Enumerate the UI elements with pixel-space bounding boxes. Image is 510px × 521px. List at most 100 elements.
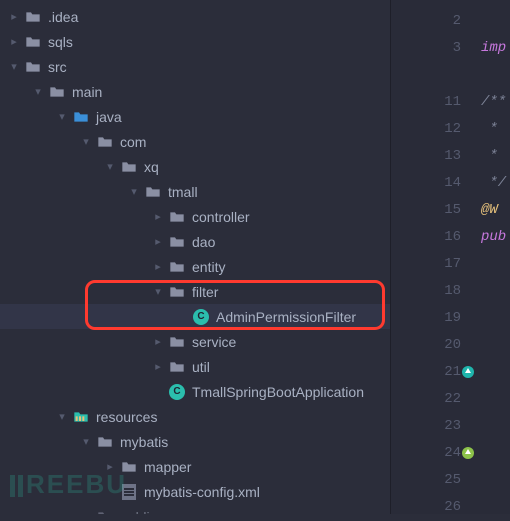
tree-item-sqls[interactable]: ▸ sqls [0,29,390,54]
chevron-right-icon[interactable]: ▸ [4,35,24,48]
chevron-right-icon[interactable]: ▸ [100,460,120,473]
tree-item-idea[interactable]: ▸ .idea [0,4,390,29]
gutter-line: 15 [391,197,461,224]
project-tree: ▸ .idea ▸ sqls ▾ src ▾ main ▾ java ▾ [0,0,390,514]
tree-item-xq[interactable]: ▾ xq [0,154,390,179]
code-comment: * [481,116,510,143]
tree-label: filter [192,284,218,300]
gutter-line: 26 [391,494,461,521]
code-comment: * [481,143,510,170]
tree-item-mybatis-config[interactable]: mybatis-config.xml [0,479,390,504]
gutter-line: 12 [391,116,461,143]
folder-icon [96,433,114,451]
tree-item-mybatis[interactable]: ▾ mybatis [0,429,390,454]
chevron-down-icon[interactable]: ▾ [4,60,24,73]
chevron-down-icon[interactable]: ▾ [76,135,96,148]
tree-label: entity [192,259,225,275]
chevron-right-icon[interactable]: ▸ [148,335,168,348]
override-up-icon[interactable] [461,446,475,460]
package-icon [168,233,186,251]
gutter-line: 11 [391,89,461,116]
gutter-line: 21 [391,359,461,386]
chevron-right-icon[interactable]: ▸ [148,360,168,373]
gutter-line: 2 [391,8,461,35]
project-tree-panel[interactable]: ▸ .idea ▸ sqls ▾ src ▾ main ▾ java ▾ [0,0,391,514]
code-comment: */ [481,170,510,197]
code-area[interactable]: imp /** * * */ @W pub [481,0,510,514]
chevron-down-icon[interactable]: ▾ [100,160,120,173]
tree-label: TmallSpringBootApplication [192,384,364,400]
tree-item-util[interactable]: ▸ util [0,354,390,379]
package-icon [96,133,114,151]
gutter-line: 20 [391,332,461,359]
chevron-down-icon[interactable]: ▾ [124,185,144,198]
tree-label: java [96,109,122,125]
tree-item-java[interactable]: ▾ java [0,104,390,129]
chevron-right-icon[interactable]: ▸ [4,10,24,23]
gutter-line: 13 [391,143,461,170]
package-icon [144,183,162,201]
package-icon [168,208,186,226]
tree-item-tmall[interactable]: ▾ tmall [0,179,390,204]
line-gutter: 2 3 11 12 13 14 15 16 17 18 19 20 21 22 … [391,0,481,514]
gutter-line: 17 [391,251,461,278]
tree-label: mybatis [120,434,168,450]
code-keyword: pub [481,229,506,245]
tree-item-src[interactable]: ▾ src [0,54,390,79]
package-icon [168,333,186,351]
chevron-right-icon[interactable]: ▸ [148,260,168,273]
tree-item-resources[interactable]: ▾ resources [0,404,390,429]
tree-label: public [120,509,157,515]
chevron-right-icon[interactable]: ▸ [76,510,96,514]
folder-icon [24,33,42,51]
gutter-line [391,62,461,89]
package-icon [168,283,186,301]
code-annotation: @W [481,202,498,218]
chevron-down-icon[interactable]: ▾ [52,110,72,123]
xml-file-icon [120,483,138,501]
tree-item-admin-permission-filter[interactable]: C AdminPermissionFilter [0,304,390,329]
tree-item-public[interactable]: ▸ public [0,504,390,514]
tree-label: dao [192,234,215,250]
tree-item-filter[interactable]: ▾ filter [0,279,390,304]
chevron-right-icon[interactable]: ▸ [148,235,168,248]
tree-item-app-class[interactable]: C TmallSpringBootApplication [0,379,390,404]
class-icon: C [192,308,210,326]
folder-icon [24,8,42,26]
chevron-right-icon[interactable]: ▸ [148,210,168,223]
tree-item-com[interactable]: ▾ com [0,129,390,154]
code-comment: /** [481,89,510,116]
tree-item-controller[interactable]: ▸ controller [0,204,390,229]
tree-label: xq [144,159,159,175]
override-up-icon[interactable] [461,365,475,379]
code-keyword: imp [481,40,506,56]
chevron-down-icon[interactable]: ▾ [148,285,168,298]
source-folder-icon [72,108,90,126]
gutter-line: 22 [391,386,461,413]
folder-icon [24,58,42,76]
tree-label: com [120,134,146,150]
chevron-down-icon[interactable]: ▾ [52,410,72,423]
chevron-down-icon[interactable]: ▾ [28,85,48,98]
folder-icon [96,508,114,515]
gutter-line: 23 [391,413,461,440]
tree-item-mapper[interactable]: ▸ mapper [0,454,390,479]
tree-item-entity[interactable]: ▸ entity [0,254,390,279]
resources-folder-icon [72,408,90,426]
tree-label: sqls [48,34,73,50]
tree-label: tmall [168,184,198,200]
class-icon: C [168,383,186,401]
chevron-down-icon[interactable]: ▾ [76,435,96,448]
gutter-line: 3 [391,35,461,62]
editor-panel[interactable]: 2 3 11 12 13 14 15 16 17 18 19 20 21 22 … [391,0,510,514]
tree-item-service[interactable]: ▸ service [0,329,390,354]
tree-label: AdminPermissionFilter [216,309,356,325]
tree-item-main[interactable]: ▾ main [0,79,390,104]
package-icon [168,358,186,376]
tree-item-dao[interactable]: ▸ dao [0,229,390,254]
package-icon [168,258,186,276]
gutter-line: 24 [391,440,461,467]
folder-icon [48,83,66,101]
tree-label: controller [192,209,250,225]
tree-label: mybatis-config.xml [144,484,260,500]
